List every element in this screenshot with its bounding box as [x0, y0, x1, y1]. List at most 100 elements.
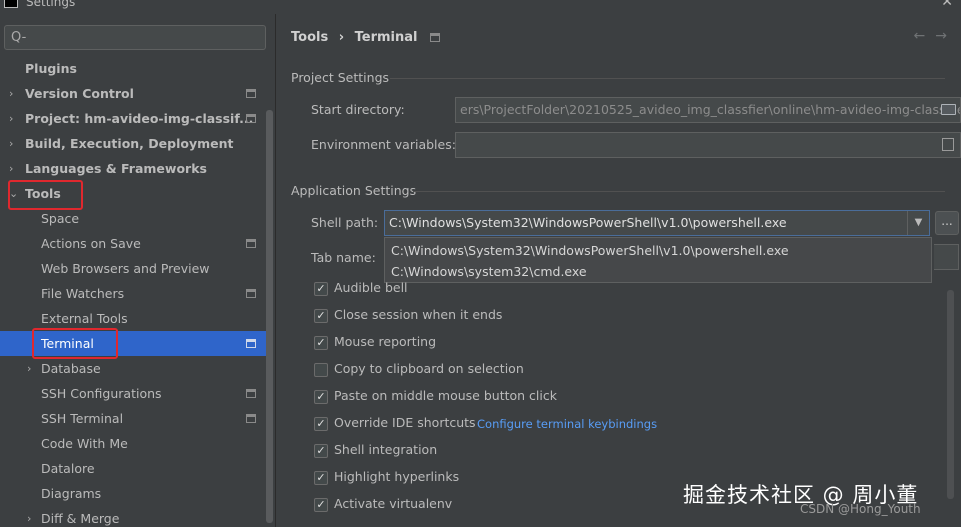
- sidebar-item-label: Languages & Frameworks: [25, 161, 207, 176]
- checkbox-checked[interactable]: ✓: [314, 417, 328, 431]
- checkbox-label: Highlight hyperlinks: [334, 469, 460, 484]
- back-arrow-icon[interactable]: ←: [914, 28, 936, 44]
- checkbox-checked[interactable]: ✓: [314, 471, 328, 485]
- start-directory-value: ers\ProjectFolder\20210525_avideo_img_cl…: [460, 102, 961, 117]
- nav-arrows: ←→: [914, 28, 957, 44]
- start-directory-field[interactable]: ers\ProjectFolder\20210525_avideo_img_cl…: [455, 97, 961, 123]
- chevron-right-icon[interactable]: ›: [27, 356, 39, 381]
- application-settings-title: Application Settings: [291, 183, 417, 198]
- project-scope-icon: [246, 239, 256, 248]
- checkbox-label: Paste on middle mouse button click: [334, 388, 557, 403]
- sidebar-item-label: Version Control: [25, 86, 134, 101]
- project-scope-icon: [246, 414, 256, 423]
- configure-keybindings-link[interactable]: Configure terminal keybindings: [477, 417, 657, 431]
- sidebar-item-label: Web Browsers and Preview: [41, 261, 210, 276]
- checkbox-label: Override IDE shortcuts: [334, 415, 476, 430]
- sidebar-item-label: Diagrams: [41, 486, 102, 501]
- sidebar-item-label: SSH Configurations: [41, 386, 162, 401]
- chevron-right-icon[interactable]: ›: [27, 506, 39, 527]
- shell-path-value: C:\Windows\System32\WindowsPowerShell\v1…: [389, 215, 787, 230]
- project-scope-icon: [246, 339, 256, 348]
- shell-option-powershell[interactable]: C:\Windows\System32\WindowsPowerShell\v1…: [391, 243, 789, 258]
- highlight-terminal: [32, 328, 118, 359]
- checkbox-label: Audible bell: [334, 280, 408, 295]
- sidebar-item-label: Project: hm-avideo-img-classif...: [25, 111, 254, 126]
- folder-icon[interactable]: [941, 104, 956, 115]
- environment-variables-field[interactable]: [455, 132, 961, 158]
- highlight-tools: [8, 180, 83, 210]
- tab-name-label: Tab name:: [311, 250, 376, 265]
- shell-path-combobox[interactable]: C:\Windows\System32\WindowsPowerShell\v1…: [384, 210, 930, 236]
- sidebar-item-code-with-me[interactable]: Code With Me: [0, 431, 266, 456]
- breadcrumb-tools[interactable]: Tools: [291, 30, 328, 45]
- checkbox-checked[interactable]: ✓: [314, 336, 328, 350]
- shell-option-cmd[interactable]: C:\Windows\system32\cmd.exe: [391, 264, 587, 279]
- window-title: Settings: [26, 0, 76, 9]
- sidebar-item-datalore[interactable]: Datalore: [0, 456, 266, 481]
- sidebar-item-label: Plugins: [25, 61, 77, 76]
- project-scope-icon: [246, 289, 256, 298]
- sidebar-item-ssh-configurations[interactable]: SSH Configurations: [0, 381, 266, 406]
- sidebar-item-label: SSH Terminal: [41, 411, 124, 426]
- sidebar-item-ssh-terminal[interactable]: SSH Terminal: [0, 406, 266, 431]
- chevron-down-icon[interactable]: ▼: [907, 211, 929, 235]
- start-directory-label: Start directory:: [311, 102, 405, 117]
- sidebar-item-web-browsers-and-preview[interactable]: Web Browsers and Preview: [0, 256, 266, 281]
- sidebar-item-diagrams[interactable]: Diagrams: [0, 481, 266, 506]
- sidebar-item-label: Actions on Save: [41, 236, 141, 251]
- sidebar-item-version-control[interactable]: › Version Control: [0, 81, 266, 106]
- checkbox-label: Activate virtualenv: [334, 496, 453, 511]
- checkbox-label: Close session when it ends: [334, 307, 503, 322]
- sidebar-item-diff-merge[interactable]: › Diff & Merge: [0, 506, 266, 527]
- project-scope-icon: [246, 389, 256, 398]
- forward-arrow-icon[interactable]: →: [935, 28, 957, 44]
- app-icon: [4, 0, 18, 8]
- watermark-csdn: CSDN @Hong_Youth: [800, 502, 921, 516]
- checkbox-label: Mouse reporting: [334, 334, 437, 349]
- checkbox-checked[interactable]: ✓: [314, 390, 328, 404]
- chevron-right-icon[interactable]: ›: [9, 106, 21, 131]
- sidebar-item-label: Datalore: [41, 461, 95, 476]
- project-scope-icon: [246, 114, 256, 123]
- sidebar-scrollbar[interactable]: [266, 110, 273, 523]
- sidebar-item-label: Diff & Merge: [41, 511, 120, 526]
- browse-button[interactable]: ...: [935, 211, 959, 235]
- edit-env-icon[interactable]: [942, 138, 954, 151]
- checkbox-unchecked[interactable]: [314, 363, 328, 377]
- divider: [413, 191, 945, 192]
- divider: [390, 78, 945, 79]
- sidebar-item-build-execution-deployment[interactable]: › Build, Execution, Deployment: [0, 131, 266, 156]
- shell-path-label: Shell path:: [311, 215, 379, 230]
- sidebar-item-plugins[interactable]: Plugins: [0, 56, 266, 81]
- main-scrollbar[interactable]: [947, 290, 954, 499]
- chevron-right-icon[interactable]: ›: [9, 156, 21, 181]
- sidebar-item-database[interactable]: › Database: [0, 356, 266, 381]
- checkbox-checked[interactable]: ✓: [314, 444, 328, 458]
- search-input[interactable]: Q-: [4, 25, 266, 50]
- sidebar-item-actions-on-save[interactable]: Actions on Save: [0, 231, 266, 256]
- breadcrumb-separator: ›: [338, 30, 345, 45]
- search-icon: Q-: [11, 30, 27, 45]
- checkbox-checked[interactable]: ✓: [314, 282, 328, 296]
- chevron-right-icon[interactable]: ›: [9, 131, 21, 156]
- shell-path-dropdown: C:\Windows\System32\WindowsPowerShell\v1…: [384, 237, 932, 283]
- chevron-right-icon[interactable]: ›: [9, 81, 21, 106]
- sidebar-item-label: Build, Execution, Deployment: [25, 136, 234, 151]
- checkbox-label: Copy to clipboard on selection: [334, 361, 524, 376]
- tab-name-field[interactable]: [934, 244, 959, 270]
- project-scope-icon: [430, 33, 441, 42]
- checkbox-checked[interactable]: ✓: [314, 498, 328, 512]
- breadcrumb-terminal: Terminal: [354, 30, 418, 45]
- title-bar: Settings ✕: [0, 0, 961, 14]
- sidebar-item-label: File Watchers: [41, 286, 125, 301]
- sidebar-item-label: Database: [41, 361, 101, 376]
- sidebar-item-label: Code With Me: [41, 436, 128, 451]
- sidebar-item-project-hm-avideo-img-classif[interactable]: › Project: hm-avideo-img-classif...: [0, 106, 266, 131]
- settings-sidebar: Q- Plugins › Version Control › Project: hm-a…: [0, 14, 276, 527]
- project-scope-icon: [246, 89, 256, 98]
- sidebar-item-languages-frameworks[interactable]: › Languages & Frameworks: [0, 156, 266, 181]
- checkbox-checked[interactable]: ✓: [314, 309, 328, 323]
- breadcrumb: Tools › Terminal: [291, 30, 441, 45]
- sidebar-item-file-watchers[interactable]: File Watchers: [0, 281, 266, 306]
- close-icon[interactable]: ✕: [941, 0, 953, 10]
